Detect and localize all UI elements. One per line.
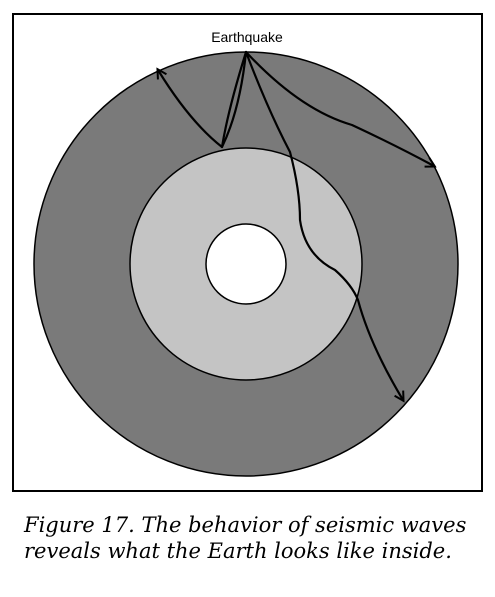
figure-caption: Figure 17. The behavior of seismic waves… xyxy=(24,513,467,563)
earthquake-label: Earthquake xyxy=(211,29,283,45)
earth-cross-section-diagram: Earthquake xyxy=(33,29,459,477)
inner-core-layer xyxy=(205,223,287,305)
